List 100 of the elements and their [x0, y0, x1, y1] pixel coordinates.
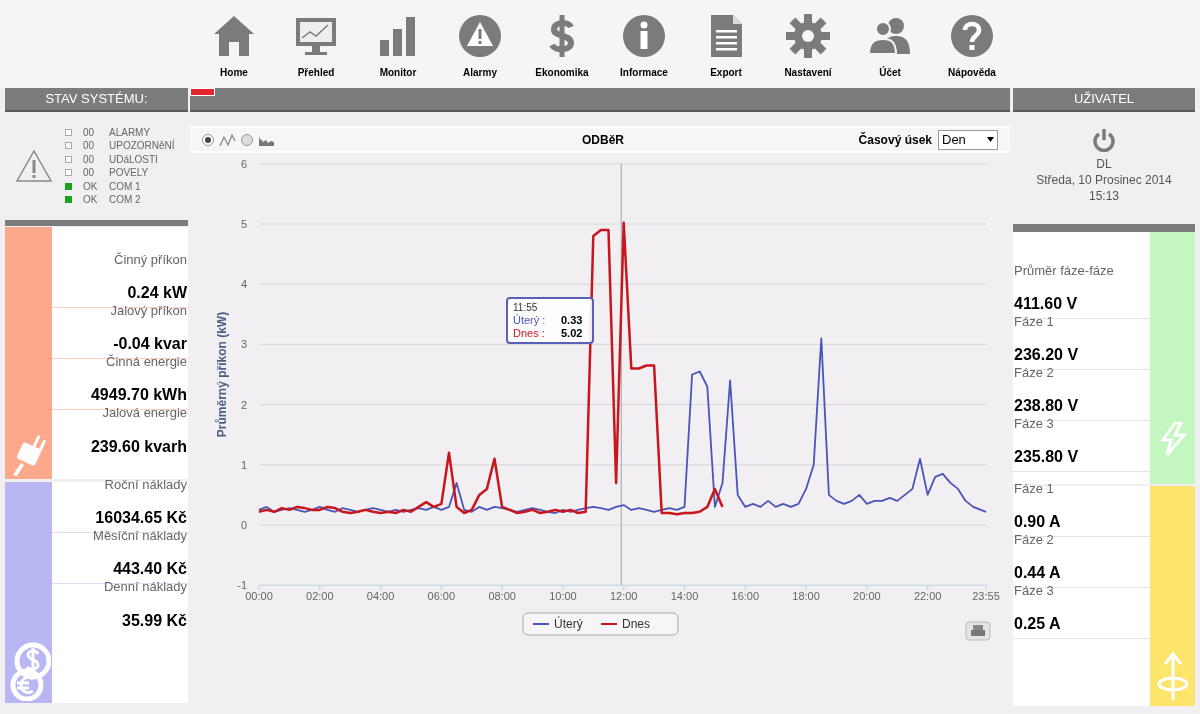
y-tick-label: 0 — [240, 519, 247, 531]
y-tick-label: 1 — [240, 458, 247, 471]
x-tick-label: 08:00 — [488, 590, 516, 603]
metric-value: 238.80 V — [1014, 396, 1079, 416]
nav-link[interactable]: Nastavení — [784, 65, 832, 80]
nav-link[interactable]: Home — [220, 65, 248, 80]
metric-value: 0.44 A — [1014, 563, 1061, 583]
status-count: 00 — [83, 125, 96, 140]
metric-label: Jalová energie — [102, 405, 187, 421]
print-icon[interactable] — [965, 621, 991, 641]
x-tick-label: 18:00 — [792, 590, 820, 603]
x-tick-label: 04:00 — [366, 590, 395, 603]
power-icon[interactable] — [1093, 128, 1115, 152]
nav-link[interactable]: Nápověda — [948, 65, 996, 80]
status-count: 00 — [83, 152, 96, 167]
panel-header: STAV SYSTÉMU: — [5, 88, 188, 112]
date-text: Středa, 10 Prosinec 2014 — [1036, 172, 1172, 188]
metric-value: 0.24 kW — [127, 283, 187, 303]
x-tick-label: 14:00 — [670, 590, 699, 603]
radio-button[interactable] — [241, 133, 253, 146]
legend-item[interactable]: Dnes — [600, 617, 650, 631]
time-text: 15:13 — [1089, 188, 1119, 204]
y-tick-label: 4 — [240, 278, 247, 291]
status-count: OK — [83, 179, 99, 194]
user-name: DL — [1096, 156, 1112, 172]
info-icon[interactable] — [620, 12, 668, 60]
radio-button[interactable] — [202, 133, 214, 146]
status-label: COM 2 — [109, 193, 141, 208]
nav-link[interactable]: Přehled — [297, 65, 335, 80]
status-label: UDáLOSTI — [109, 152, 158, 167]
metric-value: 235.80 V — [1014, 447, 1079, 467]
metric-label: Činný příkon — [114, 252, 187, 268]
tooltip-value: 0.33 — [561, 314, 583, 327]
warning-icon[interactable] — [456, 12, 504, 60]
nav-link[interactable]: Export — [710, 65, 742, 80]
x-tick-label: 20:00 — [853, 590, 881, 603]
status-label: ALARMY — [109, 125, 151, 139]
metric-value: 239.60 kvarh — [90, 437, 187, 457]
metric-value: -0.04 kvar — [113, 334, 187, 354]
status-label: POVELY — [109, 166, 149, 181]
y-tick-label: 5 — [240, 218, 247, 230]
metric-label: Fáze 3 — [1014, 583, 1054, 599]
y-tick-label: 3 — [240, 338, 247, 351]
legend-item[interactable]: Úterý — [532, 617, 583, 631]
line-mode-icon — [219, 132, 236, 147]
status-label: UPOZORNěNÍ — [109, 138, 175, 154]
help-icon[interactable] — [948, 12, 996, 60]
metric-label: Činná energie — [106, 354, 187, 370]
metric-value: 0.90 A — [1014, 512, 1061, 532]
period-dropdown[interactable]: Den — [938, 129, 998, 150]
x-tick-label: 10:00 — [549, 590, 577, 603]
x-tick-label: 12:00 — [609, 590, 638, 603]
metric-label: Fáze 1 — [1014, 314, 1054, 330]
metric-value: 35.99 Kč — [122, 611, 187, 631]
tooltip-series-name: Úterý : — [513, 314, 547, 327]
status-count: OK — [83, 193, 99, 208]
y-axis-title: Průměrný příkon (kW) — [215, 311, 229, 438]
metric-label: Měsíční náklady — [93, 528, 187, 544]
metric-label: Jalový příkon — [110, 303, 187, 319]
x-tick-label: 00:00 — [245, 590, 273, 603]
nav-link[interactable]: Monitor — [379, 65, 417, 80]
metric-label: Fáze 3 — [1014, 416, 1054, 432]
status-count: 00 — [83, 166, 96, 181]
metric-value: 411.60 V — [1014, 294, 1078, 314]
metric-value: 4949.70 kWh — [90, 385, 187, 405]
warning-icon — [15, 149, 53, 183]
lightning-icon — [1157, 422, 1188, 456]
legend-label: Dnes — [622, 617, 651, 631]
tooltip-series-name: Dnes : — [513, 327, 546, 340]
x-tick-label: 16:00 — [731, 590, 760, 603]
status-count: 00 — [83, 139, 96, 154]
y-tick-label: 6 — [240, 157, 247, 170]
x-tick-label: 23:55 — [972, 590, 1000, 603]
metric-label: Průměr fáze-fáze — [1014, 263, 1114, 279]
metric-value: 236.20 V — [1014, 345, 1079, 365]
legend-label: Úterý — [554, 616, 583, 631]
metric-label: Fáze 2 — [1014, 532, 1054, 548]
metric-label: Fáze 2 — [1014, 365, 1054, 381]
nav-link[interactable]: Ekonomika — [535, 65, 589, 80]
chart-title: ODBěR — [582, 131, 624, 149]
panel-header: UŽIVATEL — [1013, 88, 1195, 112]
metric-label: Denní náklady — [103, 579, 187, 595]
nav-link[interactable]: Informace — [620, 65, 668, 80]
nav-link[interactable]: Alarmy — [463, 65, 497, 80]
period-label: Časový úsek — [858, 131, 932, 149]
metric-value: 16034.65 Kč — [95, 508, 187, 528]
nav-link[interactable]: Účet — [879, 65, 901, 80]
x-tick-label: 22:00 — [913, 590, 942, 603]
metric-value: 0.25 A — [1014, 614, 1061, 634]
tooltip-value: 5.02 — [561, 327, 583, 340]
tooltip-time: 11:55 — [513, 301, 539, 314]
metric-label: Fáze 1 — [1014, 481, 1054, 497]
dropdown-arrow-icon — [987, 137, 994, 142]
y-tick-label: -1 — [237, 579, 247, 592]
gear-icon[interactable] — [784, 12, 832, 60]
y-tick-label: 2 — [240, 398, 247, 411]
x-tick-label: 02:00 — [306, 590, 334, 603]
metric-value: 443.40 Kč — [113, 559, 187, 579]
metric-label: Roční náklady — [104, 477, 187, 493]
status-label: COM 1 — [109, 179, 141, 194]
